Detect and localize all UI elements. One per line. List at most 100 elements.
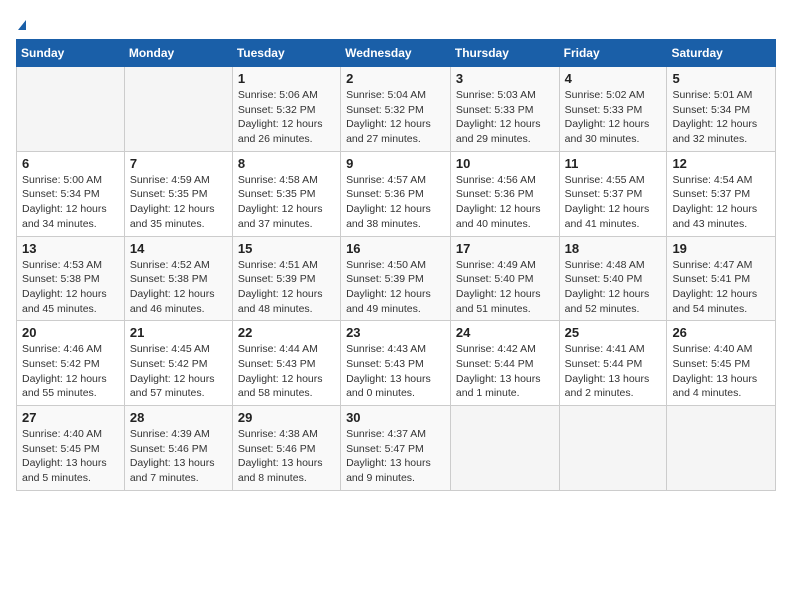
day-info: Sunrise: 4:47 AMSunset: 5:41 PMDaylight:… xyxy=(672,258,770,317)
logo xyxy=(16,16,26,31)
day-number: 13 xyxy=(22,241,119,256)
day-number: 17 xyxy=(456,241,554,256)
day-info: Sunrise: 4:40 AMSunset: 5:45 PMDaylight:… xyxy=(22,427,119,486)
day-info: Sunrise: 5:03 AMSunset: 5:33 PMDaylight:… xyxy=(456,88,554,147)
day-number: 24 xyxy=(456,325,554,340)
calendar-cell: 11 Sunrise: 4:55 AMSunset: 5:37 PMDayligh… xyxy=(559,151,667,236)
calendar-cell: 14 Sunrise: 4:52 AMSunset: 5:38 PMDayligh… xyxy=(124,236,232,321)
calendar-cell: 25Sunrise: 4:41 AMSunset: 5:44 PMDayligh… xyxy=(559,321,667,406)
calendar-cell: 7 Sunrise: 4:59 AMSunset: 5:35 PMDaylight… xyxy=(124,151,232,236)
calendar-cell: 6 Sunrise: 5:00 AMSunset: 5:34 PMDaylight… xyxy=(17,151,125,236)
day-number: 6 xyxy=(22,156,119,171)
day-info: Sunrise: 4:45 AMSunset: 5:42 PMDaylight:… xyxy=(130,342,227,401)
day-info: Sunrise: 5:06 AMSunset: 5:32 PMDaylight:… xyxy=(238,88,335,147)
day-number: 27 xyxy=(22,410,119,425)
day-info: Sunrise: 4:50 AMSunset: 5:39 PMDaylight:… xyxy=(346,258,445,317)
calendar-cell: 30 Sunrise: 4:37 AMSunset: 5:47 PMDayligh… xyxy=(341,406,451,491)
calendar-cell xyxy=(17,67,125,152)
day-info: Sunrise: 4:49 AMSunset: 5:40 PMDaylight:… xyxy=(456,258,554,317)
day-number: 30 xyxy=(346,410,445,425)
day-info: Sunrise: 4:57 AMSunset: 5:36 PMDaylight:… xyxy=(346,173,445,232)
day-of-week-header: Saturday xyxy=(667,40,776,67)
calendar-week-row: 27 Sunrise: 4:40 AMSunset: 5:45 PMDayligh… xyxy=(17,406,776,491)
day-number: 10 xyxy=(456,156,554,171)
day-info: Sunrise: 4:48 AMSunset: 5:40 PMDaylight:… xyxy=(565,258,662,317)
day-number: 15 xyxy=(238,241,335,256)
day-of-week-header: Wednesday xyxy=(341,40,451,67)
day-number: 12 xyxy=(672,156,770,171)
calendar-cell: 8 Sunrise: 4:58 AMSunset: 5:35 PMDaylight… xyxy=(232,151,340,236)
calendar-cell xyxy=(559,406,667,491)
day-info: Sunrise: 4:46 AMSunset: 5:42 PMDaylight:… xyxy=(22,342,119,401)
day-info: Sunrise: 4:44 AMSunset: 5:43 PMDaylight:… xyxy=(238,342,335,401)
calendar-week-row: 13Sunrise: 4:53 AMSunset: 5:38 PMDayligh… xyxy=(17,236,776,321)
day-number: 1 xyxy=(238,71,335,86)
day-info: Sunrise: 4:55 AMSunset: 5:37 PMDaylight:… xyxy=(565,173,662,232)
day-number: 11 xyxy=(565,156,662,171)
day-number: 4 xyxy=(565,71,662,86)
day-info: Sunrise: 4:43 AMSunset: 5:43 PMDaylight:… xyxy=(346,342,445,401)
logo-icon xyxy=(18,20,26,30)
day-info: Sunrise: 4:51 AMSunset: 5:39 PMDaylight:… xyxy=(238,258,335,317)
calendar-cell: 24 Sunrise: 4:42 AMSunset: 5:44 PMDayligh… xyxy=(450,321,559,406)
day-info: Sunrise: 5:00 AMSunset: 5:34 PMDaylight:… xyxy=(22,173,119,232)
day-number: 16 xyxy=(346,241,445,256)
day-number: 14 xyxy=(130,241,227,256)
day-info: Sunrise: 4:37 AMSunset: 5:47 PMDaylight:… xyxy=(346,427,445,486)
day-info: Sunrise: 5:02 AMSunset: 5:33 PMDaylight:… xyxy=(565,88,662,147)
calendar-cell: 1 Sunrise: 5:06 AMSunset: 5:32 PMDaylight… xyxy=(232,67,340,152)
header xyxy=(16,16,776,31)
calendar-table: SundayMondayTuesdayWednesdayThursdayFrid… xyxy=(16,39,776,491)
day-info: Sunrise: 4:58 AMSunset: 5:35 PMDaylight:… xyxy=(238,173,335,232)
day-info: Sunrise: 4:40 AMSunset: 5:45 PMDaylight:… xyxy=(672,342,770,401)
calendar-cell: 18 Sunrise: 4:48 AMSunset: 5:40 PMDayligh… xyxy=(559,236,667,321)
calendar-week-row: 20 Sunrise: 4:46 AMSunset: 5:42 PMDayligh… xyxy=(17,321,776,406)
calendar-cell: 27 Sunrise: 4:40 AMSunset: 5:45 PMDayligh… xyxy=(17,406,125,491)
day-number: 22 xyxy=(238,325,335,340)
day-number: 18 xyxy=(565,241,662,256)
calendar-cell: 15 Sunrise: 4:51 AMSunset: 5:39 PMDayligh… xyxy=(232,236,340,321)
calendar-week-row: 6 Sunrise: 5:00 AMSunset: 5:34 PMDaylight… xyxy=(17,151,776,236)
calendar-cell: 13Sunrise: 4:53 AMSunset: 5:38 PMDayligh… xyxy=(17,236,125,321)
calendar-cell: 29Sunrise: 4:38 AMSunset: 5:46 PMDayligh… xyxy=(232,406,340,491)
day-number: 5 xyxy=(672,71,770,86)
day-number: 20 xyxy=(22,325,119,340)
calendar-cell: 28 Sunrise: 4:39 AMSunset: 5:46 PMDayligh… xyxy=(124,406,232,491)
day-number: 28 xyxy=(130,410,227,425)
day-info: Sunrise: 4:38 AMSunset: 5:46 PMDaylight:… xyxy=(238,427,335,486)
day-of-week-header: Sunday xyxy=(17,40,125,67)
calendar-week-row: 1 Sunrise: 5:06 AMSunset: 5:32 PMDaylight… xyxy=(17,67,776,152)
calendar-cell: 19Sunrise: 4:47 AMSunset: 5:41 PMDayligh… xyxy=(667,236,776,321)
calendar-cell: 9 Sunrise: 4:57 AMSunset: 5:36 PMDaylight… xyxy=(341,151,451,236)
calendar-cell: 16 Sunrise: 4:50 AMSunset: 5:39 PMDayligh… xyxy=(341,236,451,321)
calendar-cell: 17 Sunrise: 4:49 AMSunset: 5:40 PMDayligh… xyxy=(450,236,559,321)
calendar-cell: 12 Sunrise: 4:54 AMSunset: 5:37 PMDayligh… xyxy=(667,151,776,236)
day-number: 21 xyxy=(130,325,227,340)
calendar-cell xyxy=(450,406,559,491)
calendar-cell: 3Sunrise: 5:03 AMSunset: 5:33 PMDaylight… xyxy=(450,67,559,152)
day-of-week-header: Tuesday xyxy=(232,40,340,67)
day-of-week-header: Friday xyxy=(559,40,667,67)
calendar-cell: 23Sunrise: 4:43 AMSunset: 5:43 PMDayligh… xyxy=(341,321,451,406)
day-info: Sunrise: 4:41 AMSunset: 5:44 PMDaylight:… xyxy=(565,342,662,401)
calendar-cell: 4 Sunrise: 5:02 AMSunset: 5:33 PMDaylight… xyxy=(559,67,667,152)
day-info: Sunrise: 5:04 AMSunset: 5:32 PMDaylight:… xyxy=(346,88,445,147)
calendar-cell: 2Sunrise: 5:04 AMSunset: 5:32 PMDaylight… xyxy=(341,67,451,152)
calendar-cell: 10Sunrise: 4:56 AMSunset: 5:36 PMDayligh… xyxy=(450,151,559,236)
calendar-cell: 21 Sunrise: 4:45 AMSunset: 5:42 PMDayligh… xyxy=(124,321,232,406)
day-info: Sunrise: 4:39 AMSunset: 5:46 PMDaylight:… xyxy=(130,427,227,486)
day-info: Sunrise: 4:42 AMSunset: 5:44 PMDaylight:… xyxy=(456,342,554,401)
day-info: Sunrise: 4:54 AMSunset: 5:37 PMDaylight:… xyxy=(672,173,770,232)
day-number: 8 xyxy=(238,156,335,171)
day-number: 9 xyxy=(346,156,445,171)
day-info: Sunrise: 4:59 AMSunset: 5:35 PMDaylight:… xyxy=(130,173,227,232)
calendar-cell: 26Sunrise: 4:40 AMSunset: 5:45 PMDayligh… xyxy=(667,321,776,406)
calendar-cell: 20 Sunrise: 4:46 AMSunset: 5:42 PMDayligh… xyxy=(17,321,125,406)
day-of-week-header: Thursday xyxy=(450,40,559,67)
day-of-week-header: Monday xyxy=(124,40,232,67)
day-info: Sunrise: 5:01 AMSunset: 5:34 PMDaylight:… xyxy=(672,88,770,147)
day-info: Sunrise: 4:52 AMSunset: 5:38 PMDaylight:… xyxy=(130,258,227,317)
day-number: 7 xyxy=(130,156,227,171)
calendar-cell: 22 Sunrise: 4:44 AMSunset: 5:43 PMDayligh… xyxy=(232,321,340,406)
calendar-cell: 5 Sunrise: 5:01 AMSunset: 5:34 PMDaylight… xyxy=(667,67,776,152)
